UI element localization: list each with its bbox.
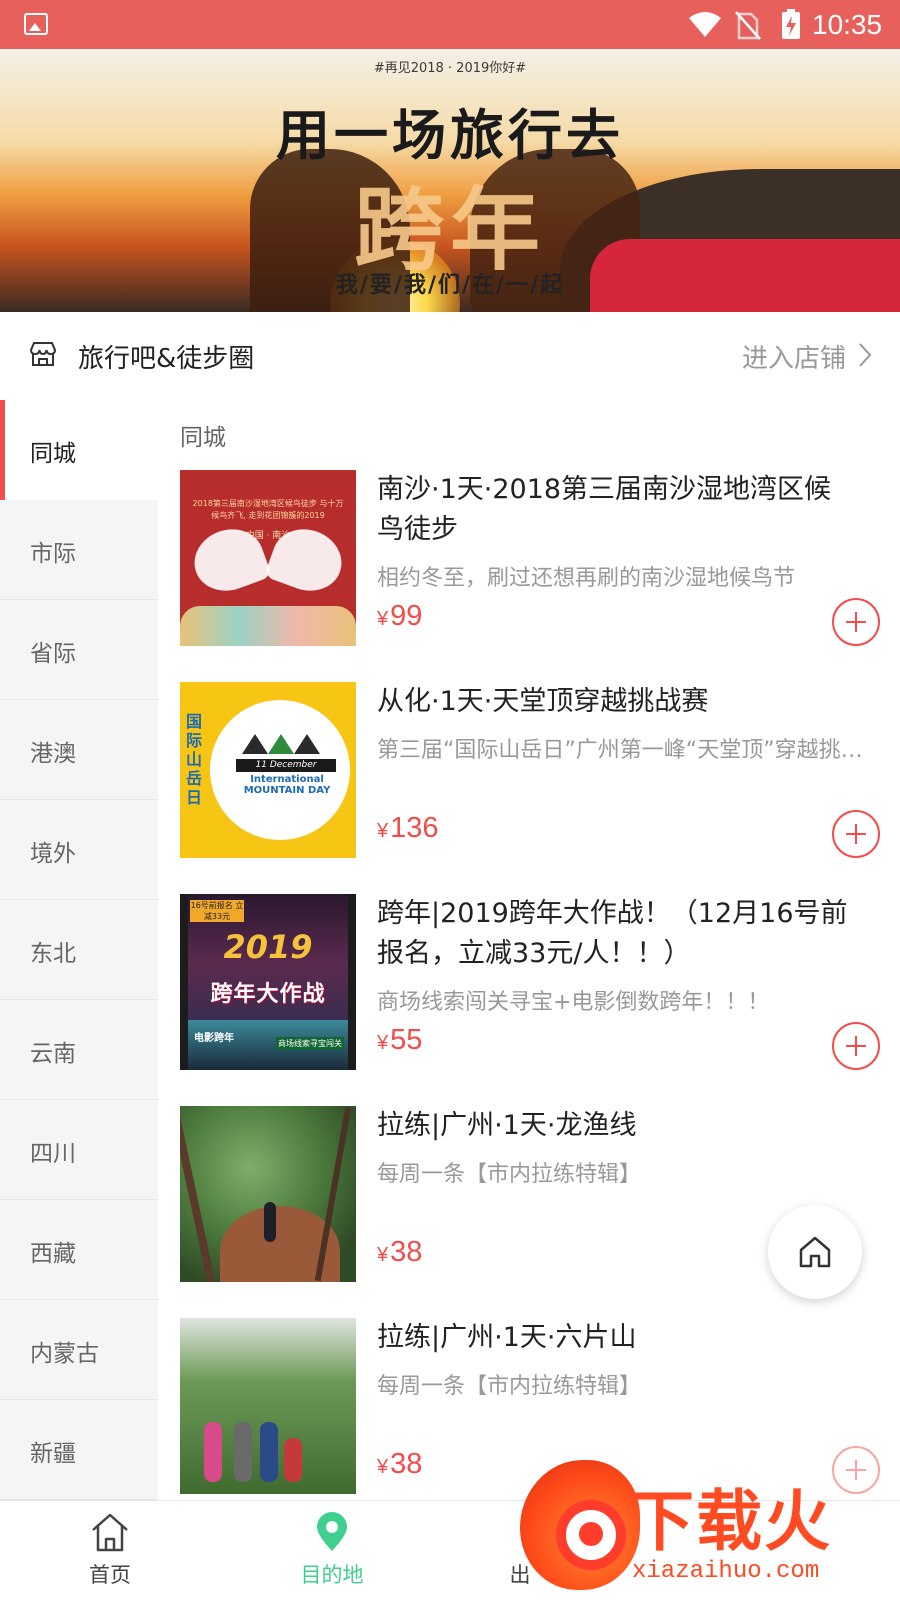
mountain-icon bbox=[268, 734, 294, 754]
sidebar-item-shiji[interactable]: 市际 bbox=[0, 500, 158, 600]
thumb-tag: 16号前报名 立减33元 bbox=[190, 900, 244, 922]
floating-home-button[interactable] bbox=[768, 1205, 862, 1299]
sidebar-item-label: 内蒙古 bbox=[30, 1341, 99, 1367]
category-sidebar: 同城 市际 省际 港澳 境外 东北 云南 四川 西藏 内蒙古 新疆 bbox=[0, 400, 158, 1500]
product-title[interactable]: 拉练|广州·1天·六片山 bbox=[377, 1318, 857, 1358]
thumb-date: 11 December bbox=[236, 759, 336, 772]
sidebar-item-tongcheng[interactable]: 同城 bbox=[0, 400, 158, 500]
hiker-image bbox=[284, 1438, 302, 1482]
store-icon bbox=[28, 340, 58, 372]
sidebar-item-label: 东北 bbox=[30, 941, 76, 967]
watermark-site: xiazaihuo.com bbox=[632, 1558, 820, 1585]
add-to-cart-button[interactable] bbox=[832, 810, 880, 858]
sidebar-item-label: 新疆 bbox=[30, 1441, 76, 1467]
sidebar-item-neimenggu[interactable]: 内蒙古 bbox=[0, 1300, 158, 1400]
banner-subtitle: 我/要/我/们/在/一/起 bbox=[335, 273, 565, 298]
product-desc: 每周一条【市内拉练特辑】 bbox=[377, 1162, 642, 1187]
battery-charging-icon bbox=[780, 8, 802, 44]
product-desc: 第三届“国际山岳日”广州第一峰“天堂顶”穿越挑战赛 bbox=[377, 738, 867, 763]
product-card[interactable]: 2018第三届南沙湿地湾区候鸟徒步 与十万候鸟齐飞, 走到花团锦簇的2019 中… bbox=[180, 470, 880, 646]
product-price: ¥99 bbox=[377, 600, 423, 632]
product-thumbnail[interactable]: 16号前报名 立减33元 2019 跨年大作战 电影跨年 商场线索寻宝闯关 bbox=[180, 894, 356, 1070]
sidebar-item-jingwai[interactable]: 境外 bbox=[0, 800, 158, 900]
clock-time: 10:35 bbox=[812, 9, 883, 40]
status-bar: 10:35 bbox=[0, 0, 900, 49]
sidebar-item-label: 同城 bbox=[30, 441, 76, 467]
product-title[interactable]: 南沙·1天·2018第三届南沙湿地湾区候鸟徒步 bbox=[377, 470, 857, 550]
sidebar-item-label: 市际 bbox=[30, 541, 76, 567]
product-title[interactable]: 从化·1天·天堂顶穿越挑战赛 bbox=[377, 682, 857, 722]
product-price: ¥55 bbox=[377, 1024, 423, 1056]
no-sim-icon bbox=[735, 10, 761, 44]
promo-banner[interactable]: #再见2018 · 2019你好# 用一场旅行去 跨年 我/要/我/们/在/一/… bbox=[0, 49, 900, 312]
section-title: 同城 bbox=[180, 425, 226, 451]
nav-label: 首页 bbox=[89, 1563, 131, 1587]
product-price: ¥38 bbox=[377, 1448, 423, 1480]
home-icon bbox=[90, 1511, 130, 1557]
product-price: ¥136 bbox=[377, 812, 439, 844]
shop-header[interactable]: 旅行吧&徒步圈 进入店铺 bbox=[0, 312, 900, 400]
product-desc: 每周一条【市内拉练特辑】 bbox=[377, 1374, 642, 1399]
sidebar-item-label: 港澳 bbox=[30, 741, 76, 767]
sidebar-item-label: 四川 bbox=[30, 1141, 76, 1167]
sidebar-item-label: 省际 bbox=[30, 641, 76, 667]
location-pin-icon bbox=[312, 1511, 352, 1557]
sidebar-item-label: 云南 bbox=[30, 1041, 76, 1067]
product-price: ¥38 bbox=[377, 1236, 423, 1268]
sidebar-item-dongbei[interactable]: 东北 bbox=[0, 900, 158, 1000]
mountain-icon bbox=[242, 734, 268, 754]
image-notification-icon bbox=[24, 13, 48, 35]
watermark-logo: 下载火 xiazaihuo.com bbox=[520, 1448, 900, 1600]
product-desc: 商场线索闯关寻宝+电影倒数跨年！！！ bbox=[377, 990, 770, 1015]
product-thumbnail[interactable]: 国际山岳日 11 December International MOUNTAIN… bbox=[180, 682, 356, 858]
product-title[interactable]: 拉练|广州·1天·龙渔线 bbox=[377, 1106, 857, 1146]
product-thumbnail[interactable]: 2018第三届南沙湿地湾区候鸟徒步 与十万候鸟齐飞, 走到花团锦簇的2019 中… bbox=[180, 470, 356, 646]
sidebar-item-xinjiang[interactable]: 新疆 bbox=[0, 1400, 158, 1500]
enter-shop-link[interactable]: 进入店铺 bbox=[742, 338, 846, 375]
sidebar-item-shengji[interactable]: 省际 bbox=[0, 600, 158, 700]
hiker-image bbox=[204, 1422, 222, 1482]
thumb-caption: International MOUNTAIN DAY bbox=[243, 774, 331, 796]
sidebar-item-sichuan[interactable]: 四川 bbox=[0, 1100, 158, 1200]
sidebar-item-gangao[interactable]: 港澳 bbox=[0, 700, 158, 800]
thumb-caption: 2018第三届南沙湿地湾区候鸟徒步 与十万候鸟齐飞, 走到花团锦簇的2019 bbox=[192, 499, 344, 520]
thumb-year: 2019 bbox=[223, 928, 313, 966]
nav-destination[interactable]: 目的地 bbox=[272, 1501, 392, 1600]
product-desc: 相约冬至，刷过还想再刷的南沙湿地候鸟节 bbox=[377, 566, 796, 591]
product-list: 同城 2018第三届南沙湿地湾区候鸟徒步 与十万候鸟齐飞, 走到花团锦簇的201… bbox=[158, 400, 900, 1500]
sidebar-item-yunnan[interactable]: 云南 bbox=[0, 1000, 158, 1100]
mountain-icon bbox=[294, 734, 320, 754]
product-card[interactable]: 16号前报名 立减33元 2019 跨年大作战 电影跨年 商场线索寻宝闯关 跨年… bbox=[180, 894, 880, 1070]
thumb-caption: 国际山岳日 bbox=[186, 712, 203, 807]
cloud-image bbox=[180, 606, 356, 646]
shop-name: 旅行吧&徒步圈 bbox=[78, 344, 255, 374]
thumb-caption: 电影跨年 bbox=[194, 1033, 234, 1044]
product-thumbnail[interactable] bbox=[180, 1106, 356, 1282]
nav-label: 目的地 bbox=[300, 1563, 364, 1587]
sidebar-item-xizang[interactable]: 西藏 bbox=[0, 1200, 158, 1300]
watermark-brand: 下载火 bbox=[628, 1483, 832, 1560]
thumb-caption: 跨年大作战 bbox=[210, 982, 326, 1007]
banner-tag: #再见2018 · 2019你好# bbox=[373, 61, 527, 76]
sidebar-item-label: 境外 bbox=[30, 841, 76, 867]
nav-home[interactable]: 首页 bbox=[50, 1501, 170, 1600]
tree-image bbox=[180, 1117, 216, 1282]
product-card[interactable]: 国际山岳日 11 December International MOUNTAIN… bbox=[180, 682, 880, 858]
thumb-caption: 商场线索寻宝闯关 bbox=[276, 1037, 344, 1050]
home-icon bbox=[799, 1236, 831, 1268]
hiker-image bbox=[234, 1422, 252, 1482]
download-icon bbox=[556, 1500, 626, 1570]
product-title[interactable]: 跨年|2019跨年大作战！（12月16号前报名，立减33元/人！！） bbox=[377, 894, 857, 974]
product-thumbnail[interactable] bbox=[180, 1318, 356, 1494]
sidebar-item-label: 西藏 bbox=[30, 1241, 76, 1267]
add-to-cart-button[interactable] bbox=[832, 1022, 880, 1070]
hiker-image bbox=[264, 1202, 276, 1242]
hiker-image bbox=[260, 1422, 278, 1482]
wifi-icon bbox=[688, 10, 722, 42]
chevron-right-icon[interactable] bbox=[858, 342, 872, 372]
add-to-cart-button[interactable] bbox=[832, 598, 880, 646]
